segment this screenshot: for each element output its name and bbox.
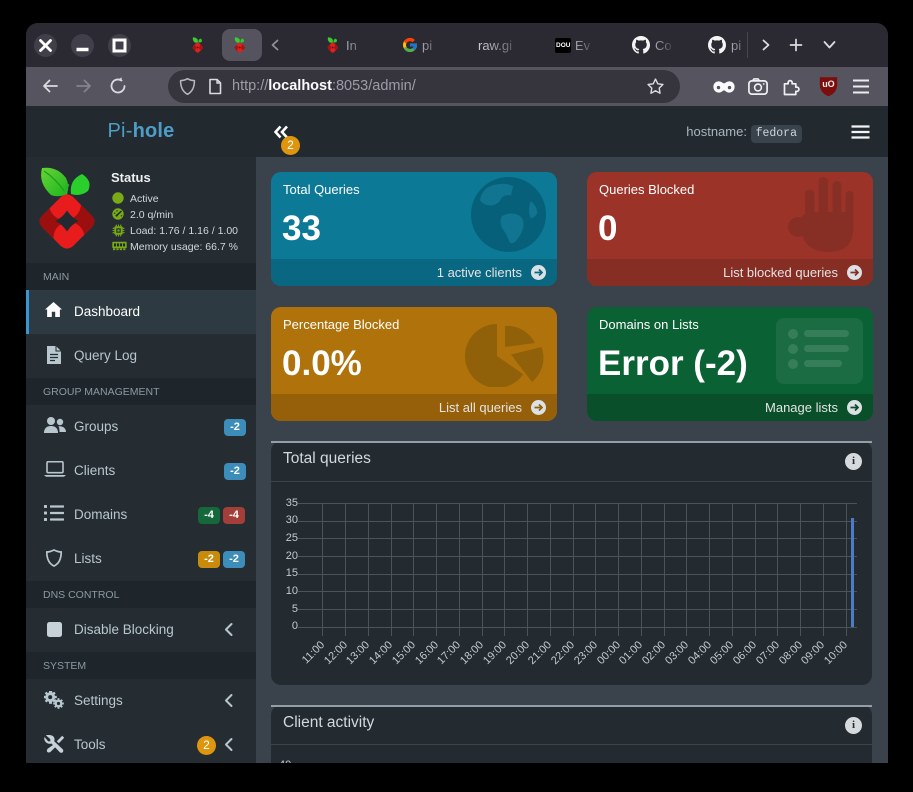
svg-text:O: O [828, 79, 835, 89]
